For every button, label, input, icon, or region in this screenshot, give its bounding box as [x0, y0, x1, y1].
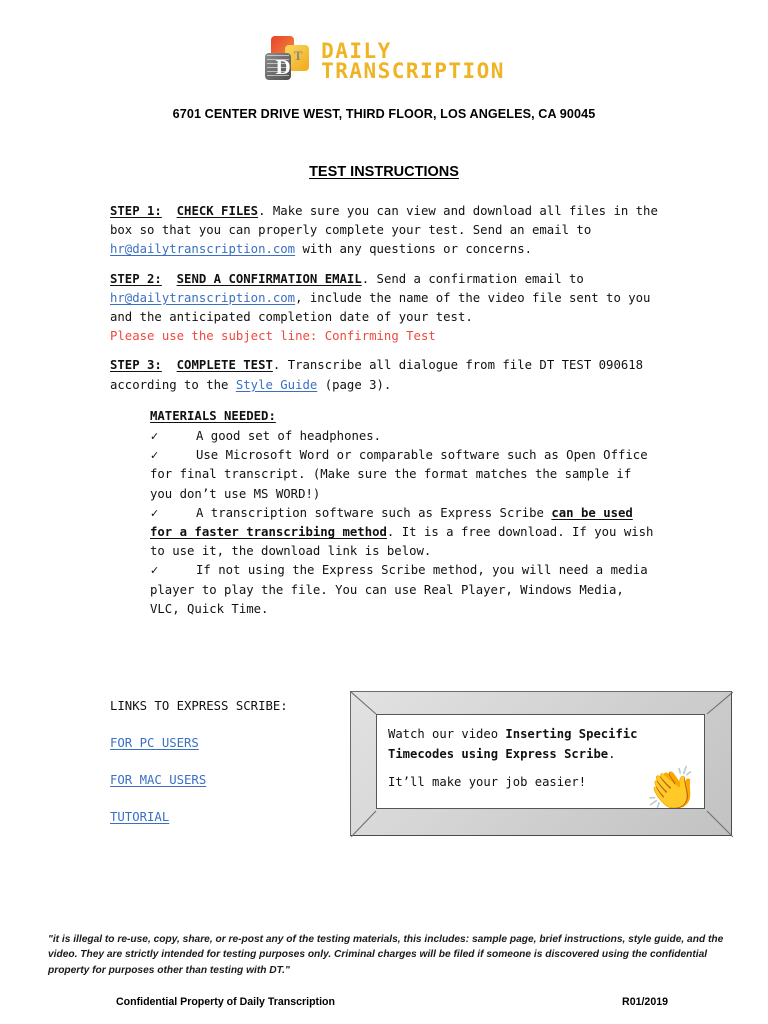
material-item: ✓ A transcription software such as Expres… — [150, 504, 658, 562]
logo-letter-d: D — [275, 55, 291, 79]
step-1-heading: CHECK FILES — [176, 204, 259, 218]
clapping-hands-icon: 👏 — [645, 764, 698, 809]
material-item-text-before: A transcription software such as Express… — [196, 505, 552, 520]
logo-text-transcription: TRANSCRIPTION — [321, 59, 505, 83]
page-title-text: TEST INSTRUCTIONS — [309, 164, 459, 180]
link-tutorial[interactable]: TUTORIAL — [110, 810, 169, 824]
video-text-line2: It’ll make your job easier! — [388, 775, 587, 789]
material-item: ✓ Use Microsoft Word or comparable softwa… — [150, 446, 658, 504]
hr-email-link-1[interactable]: hr@dailytranscription.com — [110, 242, 295, 256]
video-text-plain: Watch our video — [388, 727, 506, 741]
material-item: ✓ If not using the Express Scribe method,… — [150, 561, 658, 619]
page-title: TEST INSTRUCTIONS — [0, 164, 768, 180]
instructions-body: STEP 1: CHECK FILES. Make sure you can v… — [110, 202, 658, 619]
logo-wrap: T D DAILY TRANSCRIPTION — [263, 36, 505, 88]
step-1-label: STEP 1: — [110, 204, 162, 218]
footer-confidential-text: Confidential Property of Daily Transcrip… — [116, 996, 335, 1008]
company-address: 6701 CENTER DRIVE WEST, THIRD FLOOR, LOS… — [172, 107, 596, 121]
material-item: ✓ A good set of headphones. — [150, 427, 658, 446]
material-item-text: A good set of headphones. — [196, 429, 382, 444]
step-3-paragraph: STEP 3: COMPLETE TEST. Transcribe all di… — [110, 356, 658, 394]
links-section-title: LINKS TO EXPRESS SCRIBE: — [110, 699, 288, 713]
link-row: TUTORIAL — [110, 808, 340, 827]
express-scribe-links: LINKS TO EXPRESS SCRIBE: FOR PC USERS FO… — [110, 697, 340, 845]
check-icon: ✓ — [150, 506, 160, 520]
footer-revision-text: R01/2019 — [622, 996, 668, 1008]
step-3-heading: COMPLETE TEST — [176, 358, 273, 373]
step-2-heading: SEND A CONFIRMATION EMAIL — [176, 271, 362, 286]
subject-line-note: Please use the subject line: Confirming … — [110, 329, 436, 344]
step-2-label: STEP 2: — [110, 271, 162, 286]
logo-wordmark: DAILY TRANSCRIPTION — [321, 41, 505, 83]
document-page: T D DAILY TRANSCRIPTION 6701 CENTER DRIV… — [0, 0, 768, 1024]
step-2-paragraph: STEP 2: SEND A CONFIRMATION EMAIL. Send … — [110, 270, 658, 347]
materials-needed-title: MATERIALS NEEDED: — [150, 408, 276, 423]
page-footer: Confidential Property of Daily Transcrip… — [116, 996, 668, 1008]
check-icon: ✓ — [150, 564, 160, 578]
step-1-paragraph: STEP 1: CHECK FILES. Make sure you can v… — [110, 202, 658, 260]
legal-notice: "it is illegal to re-use, copy, share, o… — [48, 934, 724, 976]
check-icon: ✓ — [150, 449, 160, 463]
link-for-pc-users[interactable]: FOR PC USERS — [110, 736, 199, 750]
hr-email-link-2[interactable]: hr@dailytranscription.com — [110, 291, 295, 305]
video-text-period: . — [608, 746, 616, 761]
materials-needed-section: MATERIALS NEEDED: ✓ A good set of headpho… — [150, 407, 658, 619]
check-icon: ✓ — [150, 430, 160, 444]
video-callout-box[interactable]: Watch our video Inserting Specific Timec… — [350, 691, 733, 837]
step-3-label: STEP 3: — [110, 358, 162, 373]
material-item-text: If not using the Express Scribe method, … — [150, 563, 648, 616]
link-row: FOR PC USERS — [110, 734, 340, 753]
step-2-text-before: . Send a confirmation email to — [361, 271, 584, 286]
logo-mark-icon: T D — [263, 36, 315, 88]
company-logo: T D DAILY TRANSCRIPTION — [0, 36, 768, 88]
material-item-text: Use Microsoft Word or comparable softwar… — [150, 448, 648, 501]
step-3-text-after: (page 3). — [317, 377, 392, 392]
video-box-content: Watch our video Inserting Specific Timec… — [376, 714, 705, 809]
step-1-text-after: with any questions or concerns. — [295, 242, 533, 257]
link-for-mac-users[interactable]: FOR MAC USERS — [110, 773, 206, 787]
link-row: FOR MAC USERS — [110, 771, 340, 790]
style-guide-link[interactable]: Style Guide — [236, 378, 317, 392]
